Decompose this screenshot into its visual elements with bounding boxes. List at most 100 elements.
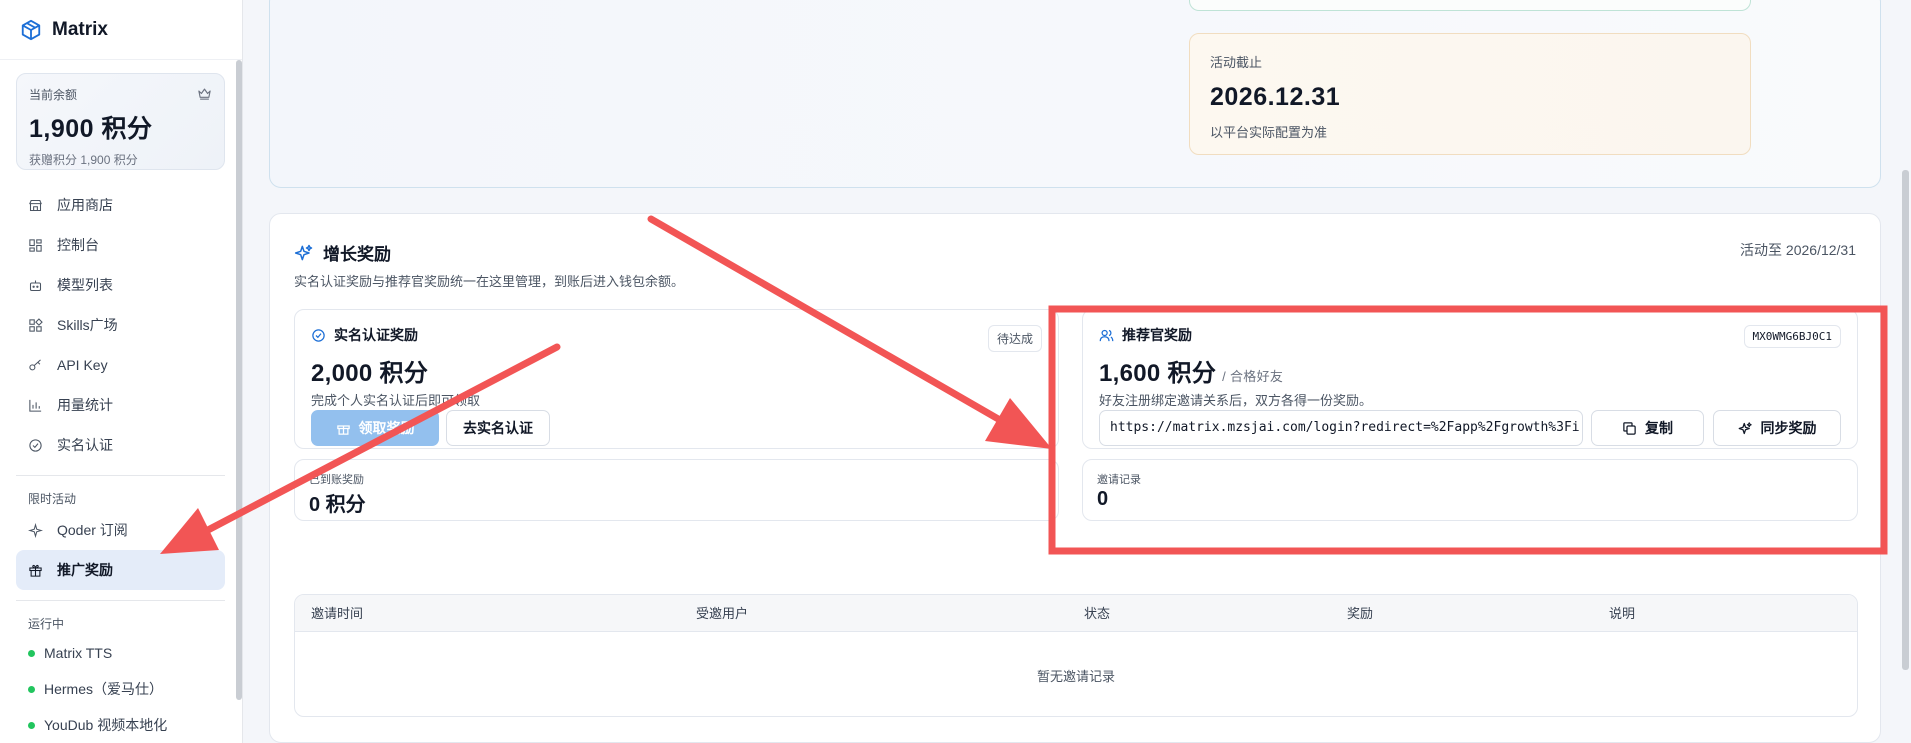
- copy-label: 复制: [1645, 420, 1673, 436]
- referral-reward-card: 推荐官奖励 MX0WMG6BJ0C1 1,600 积分 / 合格好友 好友注册绑定…: [1082, 309, 1858, 449]
- realname-title-text: 实名认证奖励: [334, 327, 418, 343]
- cube-logo-icon: [21, 19, 41, 40]
- balance-card: 当前余额 1,900 积分 获赠积分 1,900 积分: [16, 73, 225, 170]
- empty-state: 暂无邀请记录: [1036, 668, 1115, 684]
- status-dot: [28, 721, 35, 729]
- sidebar-item-label: 推广奖励: [57, 562, 113, 578]
- sidebar-item-skills[interactable]: Skills广场: [16, 305, 225, 345]
- running-item-label: YouDub 视频本地化: [44, 717, 168, 733]
- sidebar-item-models[interactable]: 模型列表: [16, 265, 225, 305]
- gift-icon: [336, 424, 350, 435]
- balance-sub: 获赠积分 1,900 积分: [29, 153, 138, 167]
- bot-icon: [29, 280, 42, 291]
- sidebar-item-api-key[interactable]: API Key: [16, 345, 225, 385]
- invite-records-table: 邀请时间 受邀用户 状态 奖励 说明 暂无邀请记录: [294, 594, 1858, 717]
- status-dot: [28, 649, 35, 657]
- deadline-card: 活动截止 2026.12.31 以平台实际配置为准: [1189, 33, 1751, 155]
- sync-rewards-button[interactable]: 同步奖励: [1713, 410, 1841, 446]
- sparkles-icon: [294, 244, 313, 260]
- sidebar-nav: 应用商店 控制台 模型列表 Skills广场 API Key 用量统计 实名认证…: [16, 185, 225, 743]
- deadline-label: 活动截止: [1210, 55, 1263, 70]
- sidebar-item-qoder[interactable]: Qoder 订阅: [16, 510, 225, 550]
- realname-reward-card: 实名认证奖励 待达成 2,000 积分 完成个人实名认证后即可领取 领取奖励 去…: [294, 309, 1059, 449]
- sidebar-item-label: 实名认证: [57, 437, 113, 453]
- copy-link-button[interactable]: 复制: [1591, 410, 1704, 446]
- sidebar-item-label: 用量统计: [57, 397, 113, 413]
- balance-value: 1,900 积分: [29, 115, 153, 143]
- column-header: 状态: [1084, 606, 1111, 621]
- nav-divider: [16, 600, 225, 601]
- sidebar-item-usage[interactable]: 用量统计: [16, 385, 225, 425]
- brand-name: Matrix: [52, 18, 108, 40]
- claim-reward-button[interactable]: 领取奖励: [311, 410, 439, 446]
- growth-header: 增长奖励: [294, 240, 391, 265]
- check-circle-icon: [312, 328, 325, 342]
- blocks-icon: [29, 317, 43, 332]
- gift-icon: [29, 564, 42, 577]
- bar-chart-icon: [29, 399, 42, 412]
- deadline-date: 2026.12.31: [1210, 83, 1341, 111]
- sidebar-item-label: 模型列表: [57, 277, 113, 293]
- growth-description: 实名认证奖励与推荐官奖励统一在这里管理，到账后进入钱包余额。: [294, 274, 685, 289]
- sidebar: Matrix 当前余额 1,900 积分 获赠积分 1,900 积分 应用商店 …: [0, 0, 243, 743]
- running-item-label: Matrix TTS: [44, 645, 113, 661]
- sparkles-icon: [1738, 421, 1752, 434]
- sidebar-scrollbar[interactable]: [236, 60, 242, 700]
- users-icon: [1099, 329, 1114, 341]
- column-header: 邀请时间: [311, 606, 364, 621]
- realname-card-title: 实名认证奖励: [311, 325, 418, 345]
- records-value: 0: [1097, 488, 1109, 510]
- activity-panel: 活动截止 2026.12.31 以平台实际配置为准: [269, 0, 1881, 188]
- sidebar-item-console[interactable]: 控制台: [16, 225, 225, 265]
- sidebar-item-label: Qoder 订阅: [57, 522, 128, 538]
- nav-divider: [16, 475, 225, 476]
- copy-icon: [1623, 421, 1636, 435]
- sync-label: 同步奖励: [1760, 420, 1817, 436]
- credited-value: 0 积分: [309, 494, 366, 516]
- credited-label: 已到账奖励: [309, 474, 364, 486]
- table-header: 邀请时间 受邀用户 状态 奖励 说明: [295, 595, 1857, 632]
- limited-section-title: 限时活动: [28, 491, 77, 506]
- referral-reward-desc: 好友注册绑定邀请关系后，双方各得一份奖励。: [1099, 393, 1373, 408]
- sidebar-item-label: 控制台: [57, 237, 99, 253]
- sidebar-item-promotion[interactable]: 推广奖励: [16, 550, 225, 590]
- sidebar-item-label: Skills广场: [57, 317, 118, 333]
- sidebar-item-label: API Key: [57, 357, 108, 373]
- balance-label: 当前余额: [29, 88, 78, 102]
- running-item-tts[interactable]: Matrix TTS: [16, 635, 225, 671]
- column-header: 奖励: [1347, 606, 1374, 621]
- column-header: 受邀用户: [696, 606, 749, 621]
- brand[interactable]: Matrix: [0, 0, 242, 60]
- invite-code-badge[interactable]: MX0WMG6BJ0C1: [1743, 325, 1841, 348]
- invite-link-input[interactable]: https://matrix.mzsjai.com/login?redirect…: [1099, 410, 1583, 446]
- referral-value-text: 1,600 积分: [1099, 360, 1217, 387]
- running-section-title: 运行中: [28, 616, 65, 631]
- realname-reward-desc: 完成个人实名认证后即可领取: [311, 393, 481, 408]
- invite-records-card: 邀请记录 0: [1082, 459, 1858, 521]
- go-verify-button[interactable]: 去实名认证: [446, 410, 550, 446]
- sparkle-icon: [28, 522, 43, 538]
- deadline-note: 以平台实际配置为准: [1210, 125, 1328, 140]
- go-verify-label: 去实名认证: [463, 420, 533, 436]
- column-header: 说明: [1609, 606, 1636, 621]
- status-badge: 待达成: [987, 325, 1042, 352]
- realname-reward-value: 2,000 积分: [311, 360, 429, 387]
- main-scrollbar[interactable]: [1902, 170, 1909, 670]
- running-item-label: Hermes（爱马仕）: [44, 681, 164, 697]
- running-item-hermes[interactable]: Hermes（爱马仕）: [16, 671, 225, 707]
- credited-rewards-card: 已到账奖励 0 积分: [294, 459, 1059, 521]
- check-circle-icon: [29, 438, 42, 452]
- claim-reward-label: 领取奖励: [358, 420, 415, 436]
- status-dot: [28, 685, 35, 693]
- activity-card-edge: [1189, 0, 1751, 11]
- key-icon: [29, 358, 41, 370]
- sidebar-item-app-store[interactable]: 应用商店: [16, 185, 225, 225]
- running-item-youdub[interactable]: YouDub 视频本地化: [16, 707, 225, 743]
- sidebar-item-realname[interactable]: 实名认证: [16, 425, 225, 465]
- sidebar-item-label: 应用商店: [57, 197, 113, 213]
- crown-icon: [198, 88, 211, 100]
- referral-unit: / 合格好友: [1222, 369, 1284, 384]
- activity-until: 活动至 2026/12/31: [1740, 242, 1856, 258]
- referral-card-title: 推荐官奖励: [1099, 325, 1192, 345]
- growth-rewards-panel: 增长奖励 实名认证奖励与推荐官奖励统一在这里管理，到账后进入钱包余额。 活动至 …: [269, 213, 1881, 743]
